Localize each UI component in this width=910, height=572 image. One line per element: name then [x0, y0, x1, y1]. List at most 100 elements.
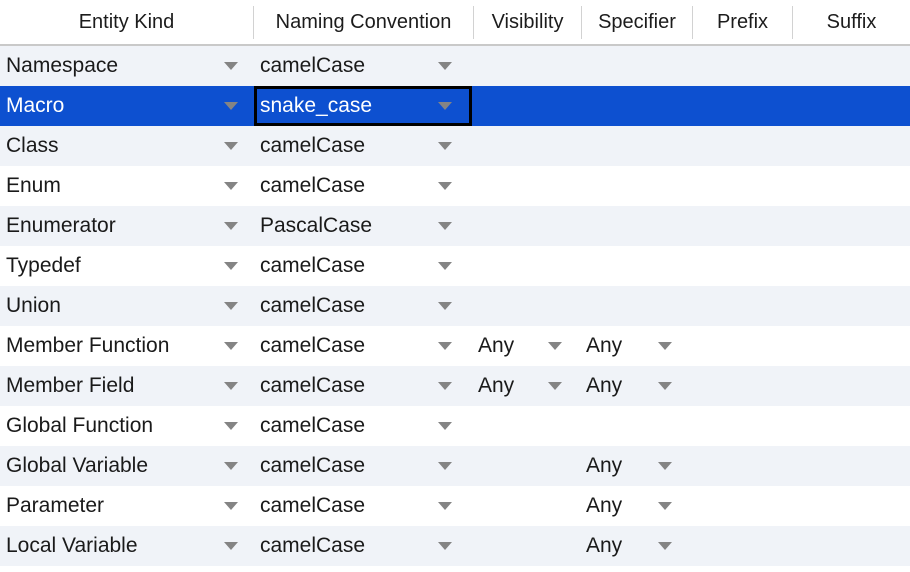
cell-entity-kind[interactable]: Member Function: [0, 326, 253, 366]
chevron-down-icon[interactable]: [222, 46, 240, 86]
chevron-down-icon[interactable]: [436, 246, 454, 286]
cell-value: camelCase: [260, 406, 365, 446]
cell-specifier[interactable]: Any: [582, 366, 692, 406]
chevron-down-icon[interactable]: [222, 86, 240, 126]
chevron-down-icon[interactable]: [222, 446, 240, 486]
chevron-down-icon[interactable]: [436, 326, 454, 366]
chevron-down-icon[interactable]: [656, 486, 674, 526]
caret-glyph: [548, 382, 562, 390]
cell-prefix: [693, 406, 792, 446]
chevron-down-icon[interactable]: [436, 406, 454, 446]
table-row[interactable]: NamespacecamelCase: [0, 46, 910, 86]
cell-naming-convention[interactable]: camelCase: [254, 166, 473, 206]
cell-visibility[interactable]: Any: [474, 366, 581, 406]
cell-prefix: [693, 246, 792, 286]
cell-entity-kind[interactable]: Global Variable: [0, 446, 253, 486]
table-row[interactable]: ClasscamelCase: [0, 126, 910, 166]
chevron-down-icon[interactable]: [222, 126, 240, 166]
caret-glyph: [224, 222, 238, 230]
cell-specifier[interactable]: Any: [582, 326, 692, 366]
cell-naming-convention[interactable]: PascalCase: [254, 206, 473, 246]
column-header-suffix[interactable]: Suffix: [793, 0, 910, 44]
chevron-down-icon[interactable]: [222, 166, 240, 206]
cell-entity-kind[interactable]: Enum: [0, 166, 253, 206]
chevron-down-icon[interactable]: [222, 286, 240, 326]
column-header-naming-convention[interactable]: Naming Convention: [254, 0, 473, 44]
table-row[interactable]: Local VariablecamelCase Any: [0, 526, 910, 566]
chevron-down-icon[interactable]: [436, 486, 454, 526]
cell-specifier[interactable]: Any: [582, 446, 692, 486]
cell-value: camelCase: [260, 526, 365, 566]
chevron-down-icon[interactable]: [222, 366, 240, 406]
table-row[interactable]: UnioncamelCase: [0, 286, 910, 326]
chevron-down-icon[interactable]: [436, 526, 454, 566]
cell-visibility[interactable]: Any: [474, 326, 581, 366]
chevron-down-icon[interactable]: [222, 406, 240, 446]
cell-entity-kind[interactable]: Macro: [0, 86, 253, 126]
chevron-down-icon[interactable]: [436, 46, 454, 86]
chevron-down-icon[interactable]: [436, 446, 454, 486]
caret-glyph: [438, 422, 452, 430]
cell-naming-convention[interactable]: camelCase: [254, 286, 473, 326]
cell-naming-convention[interactable]: camelCase: [254, 406, 473, 446]
cell-naming-convention[interactable]: camelCase: [254, 486, 473, 526]
column-header-specifier[interactable]: Specifier: [582, 0, 692, 44]
table-row[interactable]: Member FunctioncamelCase AnyAny: [0, 326, 910, 366]
chevron-down-icon[interactable]: [546, 366, 564, 406]
cell-suffix: [793, 46, 910, 86]
cell-specifier[interactable]: Any: [582, 526, 692, 566]
cell-value: camelCase: [260, 326, 365, 366]
cell-entity-kind[interactable]: Local Variable: [0, 526, 253, 566]
chevron-down-icon[interactable]: [222, 526, 240, 566]
cell-entity-kind[interactable]: Typedef: [0, 246, 253, 286]
chevron-down-icon[interactable]: [436, 206, 454, 246]
cell-specifier[interactable]: Any: [582, 486, 692, 526]
table-row[interactable]: Member FieldcamelCase AnyAny: [0, 366, 910, 406]
cell-visibility: [474, 166, 581, 206]
cell-entity-kind[interactable]: Enumerator: [0, 206, 253, 246]
cell-naming-convention[interactable]: camelCase: [254, 526, 473, 566]
table-row[interactable]: Global FunctioncamelCase: [0, 406, 910, 446]
cell-entity-kind[interactable]: Parameter: [0, 486, 253, 526]
cell-naming-convention[interactable]: camelCase: [254, 326, 473, 366]
chevron-down-icon[interactable]: [656, 446, 674, 486]
table-row[interactable]: EnumeratorPascalCase: [0, 206, 910, 246]
cell-entity-kind[interactable]: Member Field: [0, 366, 253, 406]
table-row[interactable]: Macrosnake_case: [0, 86, 910, 126]
cell-entity-kind[interactable]: Global Function: [0, 406, 253, 446]
table-row[interactable]: ParametercamelCase Any: [0, 486, 910, 526]
chevron-down-icon[interactable]: [222, 486, 240, 526]
chevron-down-icon[interactable]: [222, 206, 240, 246]
cell-prefix: [693, 86, 792, 126]
cell-naming-convention[interactable]: camelCase: [254, 46, 473, 86]
cell-specifier: [582, 166, 692, 206]
chevron-down-icon[interactable]: [436, 166, 454, 206]
cell-visibility: [474, 246, 581, 286]
cell-value: camelCase: [260, 366, 365, 406]
cell-naming-convention[interactable]: snake_case: [254, 86, 473, 126]
chevron-down-icon[interactable]: [436, 286, 454, 326]
cell-naming-convention[interactable]: camelCase: [254, 366, 473, 406]
chevron-down-icon[interactable]: [436, 86, 454, 126]
cell-naming-convention[interactable]: camelCase: [254, 126, 473, 166]
table-row[interactable]: TypedefcamelCase: [0, 246, 910, 286]
chevron-down-icon[interactable]: [546, 326, 564, 366]
chevron-down-icon[interactable]: [656, 326, 674, 366]
caret-glyph: [658, 462, 672, 470]
cell-entity-kind[interactable]: Class: [0, 126, 253, 166]
chevron-down-icon[interactable]: [436, 366, 454, 406]
chevron-down-icon[interactable]: [436, 126, 454, 166]
column-header-visibility[interactable]: Visibility: [474, 0, 581, 44]
chevron-down-icon[interactable]: [656, 526, 674, 566]
column-header-entity-kind[interactable]: Entity Kind: [0, 0, 253, 44]
table-row[interactable]: Global VariablecamelCase Any: [0, 446, 910, 486]
chevron-down-icon[interactable]: [222, 246, 240, 286]
chevron-down-icon[interactable]: [656, 366, 674, 406]
chevron-down-icon[interactable]: [222, 326, 240, 366]
cell-naming-convention[interactable]: camelCase: [254, 246, 473, 286]
table-row[interactable]: EnumcamelCase: [0, 166, 910, 206]
cell-naming-convention[interactable]: camelCase: [254, 446, 473, 486]
cell-entity-kind[interactable]: Namespace: [0, 46, 253, 86]
column-header-prefix[interactable]: Prefix: [693, 0, 792, 44]
cell-entity-kind[interactable]: Union: [0, 286, 253, 326]
